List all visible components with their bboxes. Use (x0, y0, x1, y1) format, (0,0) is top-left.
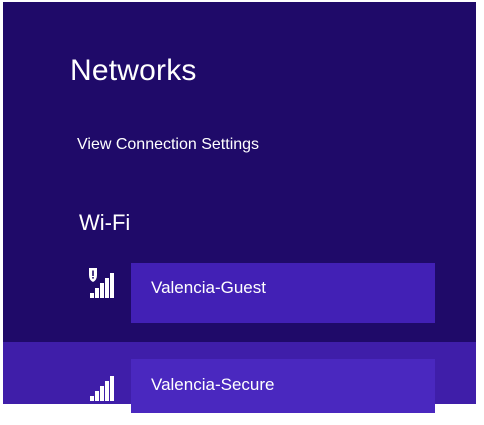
network-name-label: Valencia-Guest (151, 278, 266, 297)
wifi-signal-warning-icon (89, 268, 114, 298)
network-name-label: Valencia-Secure (151, 375, 275, 394)
network-name-box[interactable]: Valencia-Secure (131, 359, 435, 413)
networks-panel: Networks View Connection Settings Wi-Fi … (3, 2, 476, 413)
wifi-signal-icon (90, 376, 114, 401)
network-name-box[interactable]: Valencia-Guest (131, 263, 435, 323)
view-connection-settings-link[interactable]: View Connection Settings (77, 136, 259, 154)
networks-title: Networks (70, 54, 197, 87)
wifi-section-label: Wi-Fi (79, 210, 131, 235)
network-item-valencia-guest[interactable]: Valencia-Guest (3, 258, 476, 328)
network-item-valencia-secure[interactable]: Valencia-Secure (3, 342, 476, 413)
